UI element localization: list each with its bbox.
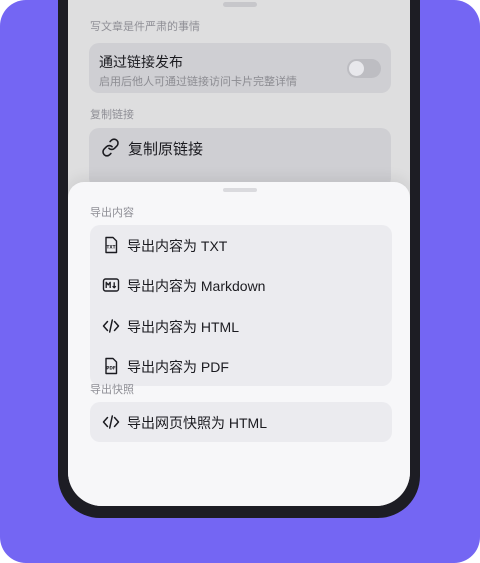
copy-original-link-label: 复制原链接 [128, 141, 204, 158]
txt-file-icon: TXT [102, 236, 120, 254]
export-html-item[interactable]: 导出内容为 HTML [90, 306, 392, 346]
pdf-file-icon: PDF [102, 357, 120, 375]
export-snapshot-section-label: 导出快照 [90, 384, 134, 396]
copy-original-link-card[interactable]: 复制原链接 [89, 128, 391, 188]
phone-screen: 写文章是件严肃的事情 通过链接发布 启用后他人可通过链接访问卡片完整详情 复制链… [68, 0, 410, 506]
code-icon [102, 413, 120, 431]
link-icon [101, 138, 120, 162]
background-section-label: 写文章是件严肃的事情 [90, 21, 200, 33]
background-drag-handle [223, 2, 257, 7]
svg-text:PDF: PDF [106, 366, 116, 371]
export-pdf-item[interactable]: PDF 导出内容为 PDF [90, 346, 392, 386]
export-markdown-item[interactable]: 导出内容为 Markdown [90, 265, 392, 305]
svg-text:TXT: TXT [107, 245, 116, 250]
export-snapshot-html-item[interactable]: 导出网页快照为 HTML [90, 402, 392, 442]
export-snapshot-html-label: 导出网页快照为 HTML [127, 415, 267, 431]
export-content-card: TXT 导出内容为 TXT 导出内容为 Markdown 导出内容为 HTML … [90, 225, 392, 386]
sheet-drag-handle[interactable] [223, 188, 257, 192]
export-pdf-label: 导出内容为 PDF [127, 359, 229, 375]
publish-by-link-card: 通过链接发布 启用后他人可通过链接访问卡片完整详情 [89, 43, 391, 93]
publish-by-link-subtitle: 启用后他人可通过链接访问卡片完整详情 [99, 76, 297, 88]
markdown-icon [102, 276, 120, 294]
export-snapshot-card: 导出网页快照为 HTML [90, 402, 392, 442]
export-html-label: 导出内容为 HTML [127, 319, 239, 335]
publish-by-link-title: 通过链接发布 [99, 54, 183, 70]
export-bottom-sheet: 导出内容 TXT 导出内容为 TXT 导出内容为 Markdown 导出内容为 … [68, 182, 410, 506]
export-txt-item[interactable]: TXT 导出内容为 TXT [90, 225, 392, 265]
publish-by-link-toggle[interactable] [347, 59, 381, 78]
code-icon [102, 317, 120, 335]
export-txt-label: 导出内容为 TXT [127, 238, 228, 254]
export-markdown-label: 导出内容为 Markdown [127, 278, 266, 294]
copy-link-section-label: 复制链接 [90, 109, 134, 121]
export-content-section-label: 导出内容 [90, 207, 134, 219]
